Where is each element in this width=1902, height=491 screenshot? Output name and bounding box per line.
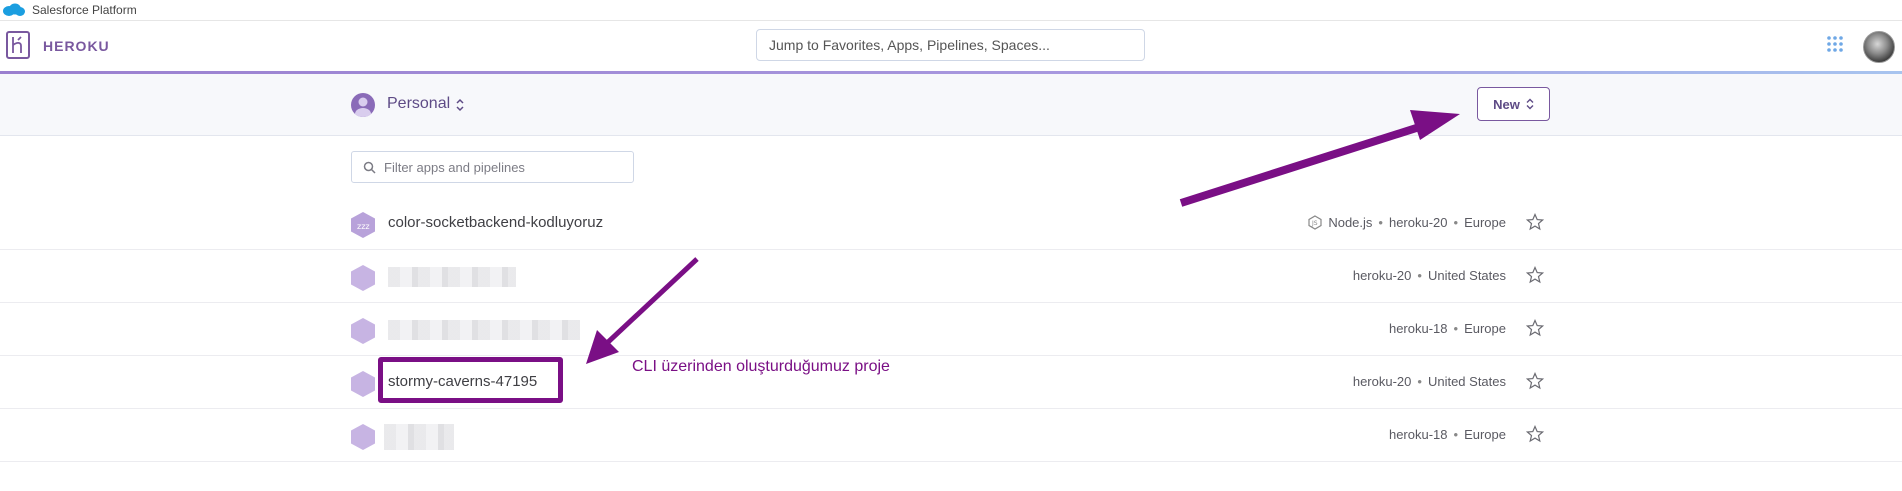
app-region: Europe (1464, 321, 1506, 336)
global-search-placeholder: Jump to Favorites, Apps, Pipelines, Spac… (769, 37, 1050, 53)
app-row[interactable]: zzz color-socketbackend-kodluyoruz JS No… (0, 197, 1902, 250)
svg-text:JS: JS (1311, 220, 1318, 227)
app-meta: heroku-20 • United States (1353, 268, 1506, 283)
new-button-label: New (1493, 96, 1520, 112)
app-hexagon-icon (351, 424, 375, 450)
chevron-updown-icon (1526, 98, 1534, 110)
app-hexagon-icon (351, 265, 375, 291)
new-button[interactable]: New (1477, 87, 1550, 121)
filter-placeholder: Filter apps and pipelines (384, 159, 525, 175)
personal-account-icon[interactable] (351, 93, 375, 117)
app-launcher-grid-icon[interactable] (1826, 35, 1844, 53)
favorite-star-icon[interactable] (1526, 425, 1544, 443)
app-row[interactable]: heroku-20 • United States (0, 250, 1902, 303)
salesforce-platform-label: Salesforce Platform (32, 3, 137, 17)
separator-dot: • (1453, 321, 1459, 336)
app-region: Europe (1464, 215, 1506, 230)
chevron-updown-icon[interactable] (455, 97, 465, 113)
global-search-input[interactable]: Jump to Favorites, Apps, Pipelines, Spac… (756, 29, 1145, 61)
app-stack: heroku-20 (1352, 268, 1412, 283)
redacted-app-name[interactable] (388, 267, 516, 287)
favorite-star-icon[interactable] (1526, 266, 1544, 284)
app-meta: heroku-18 • Europe (1389, 427, 1506, 442)
app-name-link[interactable]: color-socketbackend-kodluyoruz (388, 214, 603, 231)
separator-dot: • (1453, 215, 1459, 230)
app-meta: heroku-20 • United States (1353, 374, 1506, 389)
favorite-star-icon[interactable] (1526, 213, 1544, 231)
annotation-highlight-box (378, 357, 563, 403)
salesforce-platform-bar: Salesforce Platform (0, 0, 1902, 21)
app-hexagon-icon (351, 371, 375, 397)
redacted-app-name[interactable] (384, 424, 454, 450)
app-region: United States (1427, 268, 1506, 283)
app-region: Europe (1464, 427, 1506, 442)
separator-dot: • (1417, 268, 1422, 283)
favorite-star-icon[interactable] (1526, 319, 1544, 337)
app-language: Node.js (1328, 215, 1373, 230)
app-stack: heroku-18 (1388, 427, 1448, 442)
app-stack: heroku-18 (1388, 321, 1448, 336)
app-sleeping-hexagon-icon: zzz (351, 212, 375, 238)
favorite-star-icon[interactable] (1526, 372, 1544, 390)
salesforce-cloud-icon (3, 3, 25, 16)
heroku-header: HEROKU Jump to Favorites, Apps, Pipeline… (0, 21, 1902, 72)
search-icon (363, 161, 376, 174)
app-row[interactable]: heroku-18 • Europe (0, 409, 1902, 462)
app-meta: heroku-18 • Europe (1389, 321, 1506, 336)
app-row[interactable]: stormy-caverns-47195 heroku-20 • United … (0, 356, 1902, 409)
separator-dot: • (1378, 215, 1383, 230)
heroku-logo-icon[interactable] (6, 31, 30, 59)
app-stack: heroku-20 (1388, 215, 1448, 230)
app-hexagon-icon (351, 318, 375, 344)
separator-dot: • (1453, 427, 1459, 442)
app-stack: heroku-20 (1352, 374, 1412, 389)
user-avatar[interactable] (1863, 31, 1895, 63)
filter-apps-input[interactable]: Filter apps and pipelines (351, 151, 634, 183)
account-subheader: Personal New (0, 74, 1902, 136)
heroku-brand[interactable]: HEROKU (43, 38, 110, 54)
redacted-app-name[interactable] (388, 320, 580, 340)
app-region: United States (1427, 374, 1506, 389)
separator-dot: • (1417, 374, 1422, 389)
nodejs-icon: JS (1308, 215, 1322, 230)
svg-text:zzz: zzz (357, 222, 370, 231)
account-switcher[interactable]: Personal (387, 95, 450, 113)
app-row[interactable]: heroku-18 • Europe (0, 303, 1902, 356)
app-meta: JS Node.js • heroku-20 • Europe (1308, 215, 1506, 230)
annotation-text: CLI üzerinden oluşturduğumuz proje (632, 358, 890, 375)
